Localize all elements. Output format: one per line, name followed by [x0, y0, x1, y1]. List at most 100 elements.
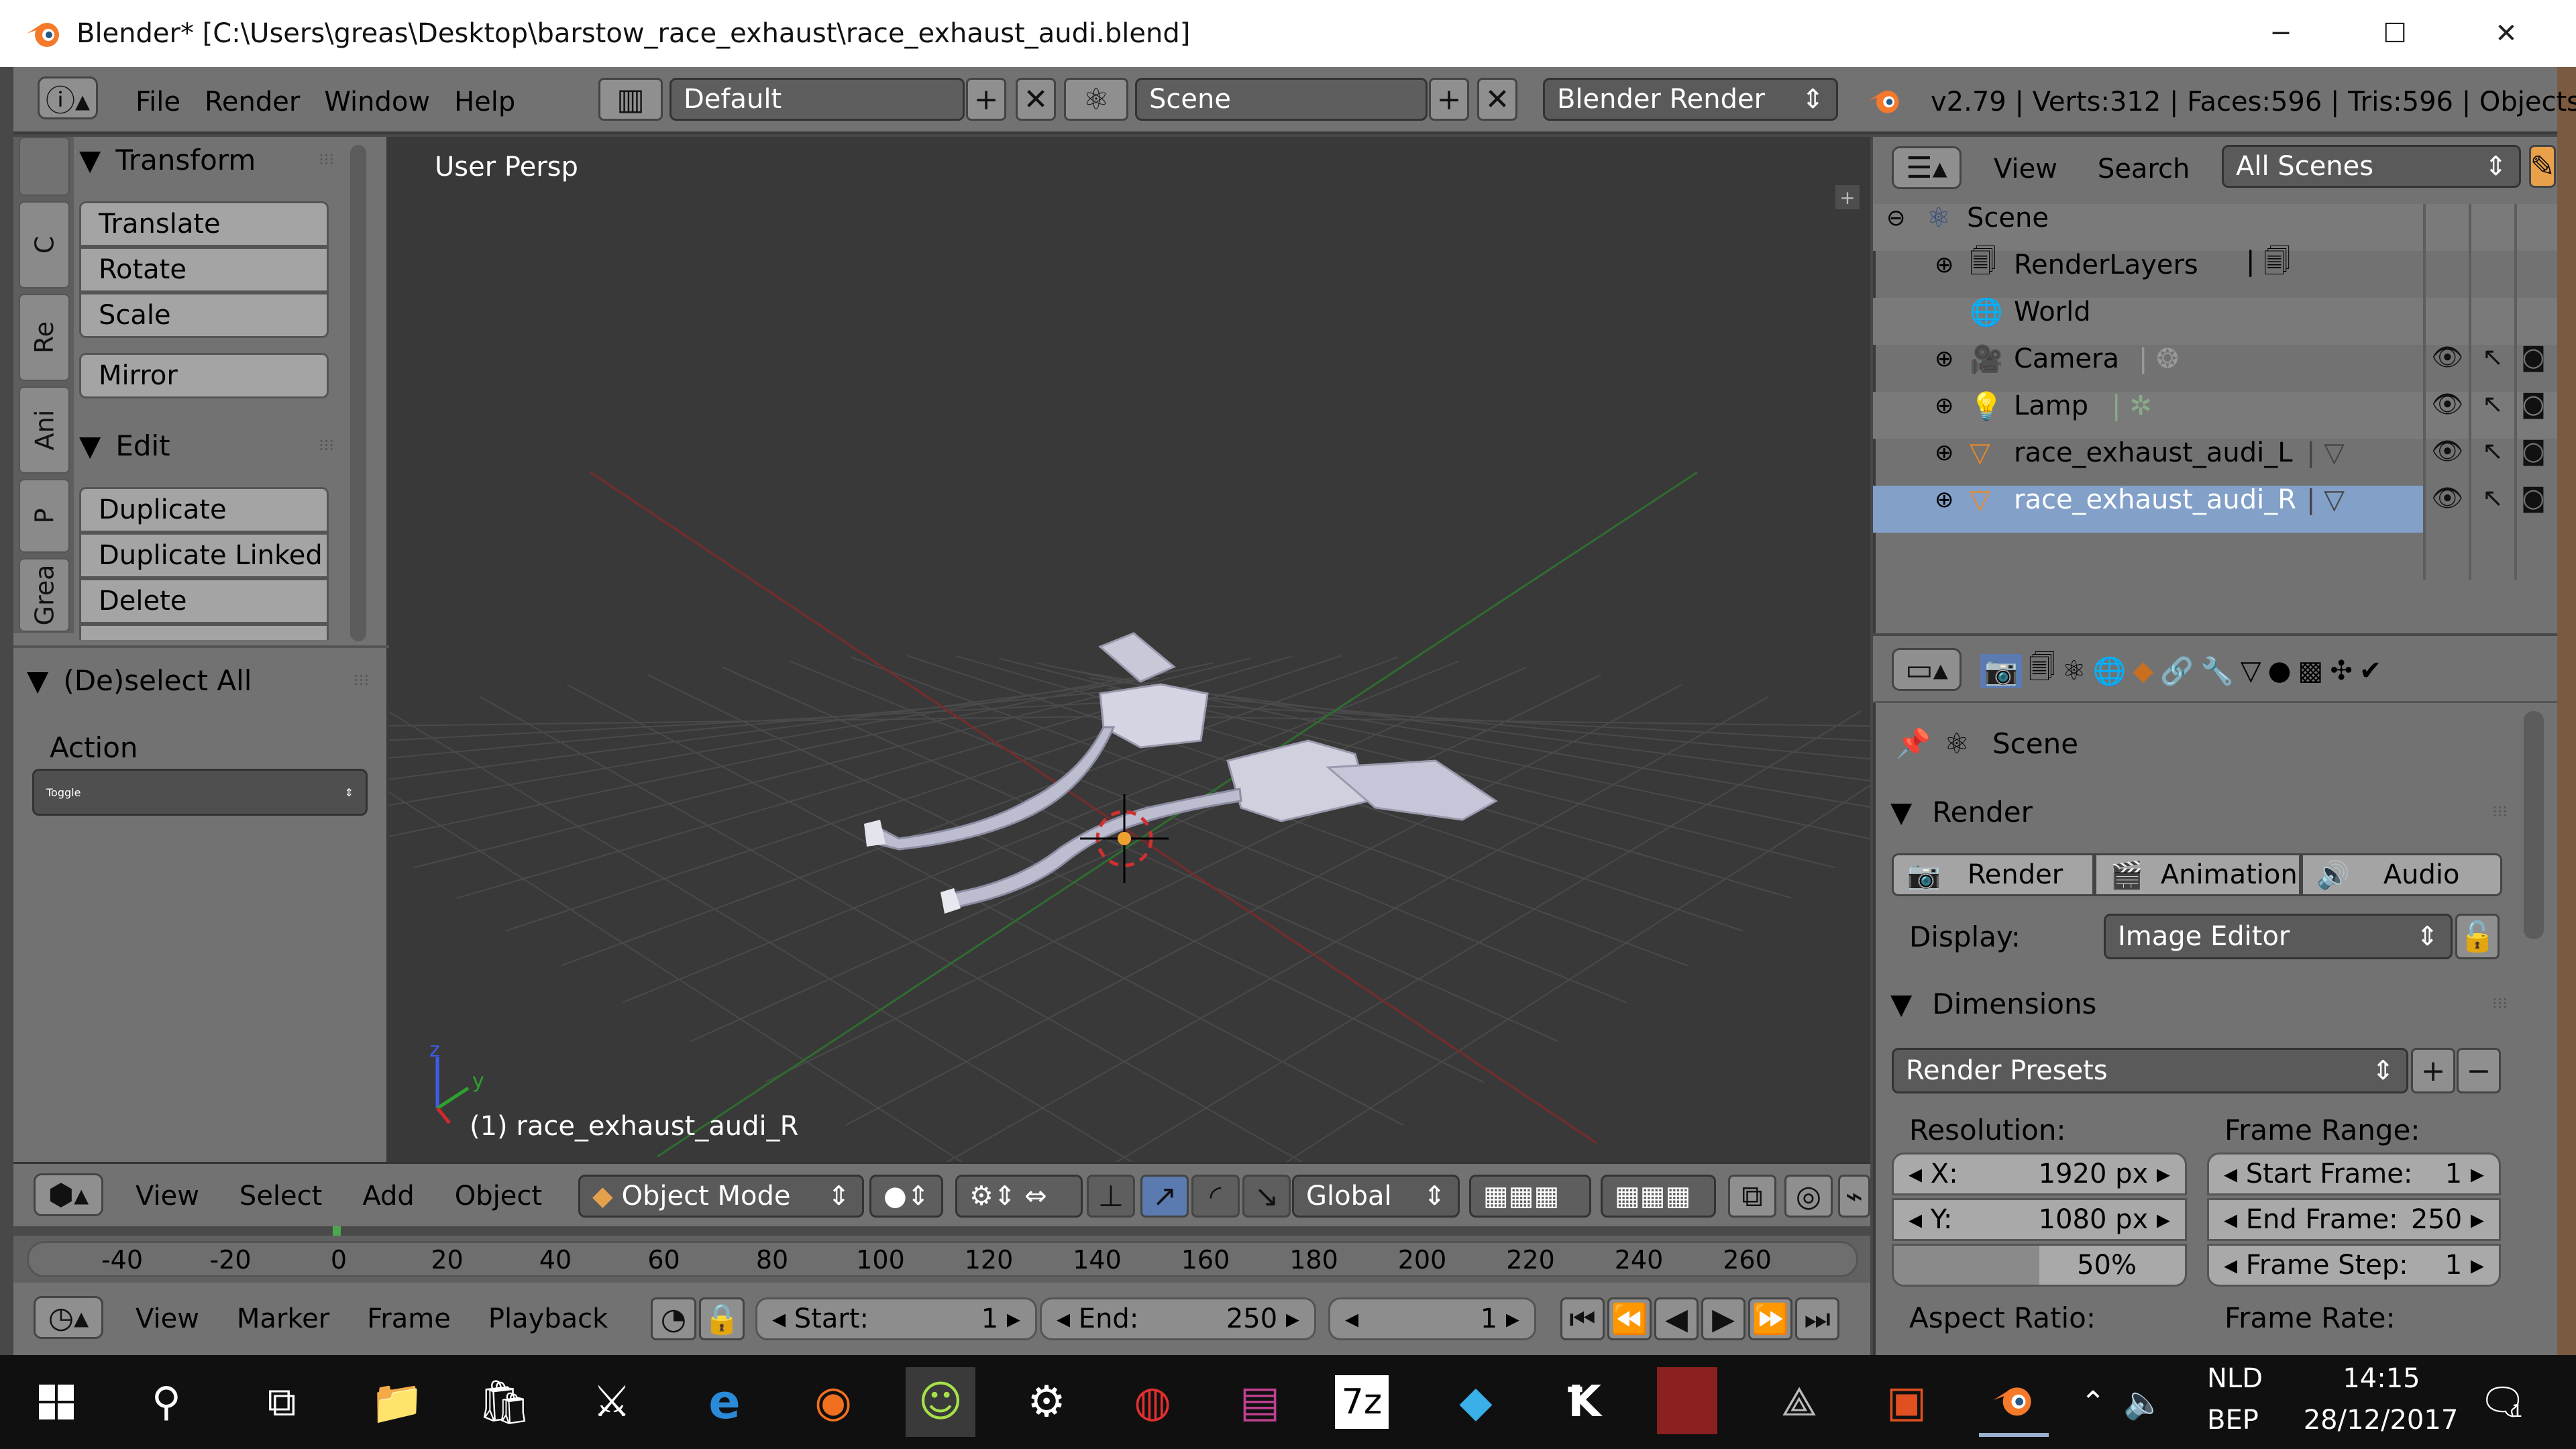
- outliner-menu-search[interactable]: Search: [2098, 154, 2190, 184]
- app-colorful-icon[interactable]: ▣: [1872, 1367, 1941, 1437]
- cursor-icon[interactable]: ↖: [2482, 389, 2504, 419]
- info-icon[interactable]: ⓘ▴: [38, 76, 98, 119]
- task-view-icon[interactable]: ⧉: [247, 1367, 317, 1437]
- renderlayers-tab-icon[interactable]: 🗐: [2029, 648, 2055, 694]
- duplicate-linked-button[interactable]: Duplicate Linked: [79, 533, 329, 578]
- timeline-end-field[interactable]: ◂ End: 250 ▸: [1040, 1297, 1316, 1340]
- dimensions-panel-header[interactable]: ▼ Dimensions ⁝⁝⁝: [1890, 983, 2508, 1024]
- snap-icon[interactable]: ⌁: [1838, 1175, 1870, 1218]
- modifiers-tab-icon[interactable]: 🔧: [2200, 655, 2234, 687]
- operator-panel-header[interactable]: ▼ (De)select All ⁝⁝⁝: [27, 660, 369, 700]
- expand-icon[interactable]: ⊕: [1935, 486, 1954, 513]
- object-tab-icon[interactable]: ◆: [2133, 655, 2153, 686]
- menu-help[interactable]: Help: [454, 87, 515, 117]
- tab-grease-pencil[interactable]: Grea: [19, 558, 70, 632]
- outliner-row-exhaust-L[interactable]: ⊕ ▽ race_exhaust_audi_L | ▽: [1873, 429, 2490, 476]
- eye-icon[interactable]: 👁: [2431, 389, 2463, 419]
- add-layout-button[interactable]: +: [966, 78, 1006, 121]
- internet-explorer-icon[interactable]: e: [690, 1367, 759, 1437]
- pin-icon[interactable]: 📌: [1896, 723, 1931, 763]
- lock-range-icon[interactable]: 🔒: [699, 1297, 745, 1340]
- timeline-ruler[interactable]: -40 -20 0 20 40 60 80 100 120 140 160 180 200 220 240 2…: [13, 1226, 1870, 1283]
- prev-keyframe-icon[interactable]: ⏪: [1607, 1297, 1652, 1340]
- tab-relations[interactable]: Re: [19, 294, 70, 381]
- language-top[interactable]: NLD: [2207, 1363, 2263, 1394]
- render-panel-header[interactable]: ▼ Render ⁝⁝⁝: [1890, 792, 2508, 832]
- properties-scrollbar[interactable]: [2524, 711, 2544, 939]
- material-tab-icon[interactable]: ●: [2268, 655, 2292, 686]
- render-image-button[interactable]: 📷 Render: [1892, 853, 2094, 896]
- scale-manipulator-icon[interactable]: ↘: [1242, 1175, 1291, 1218]
- render-camera-icon[interactable]: ◙: [2521, 389, 2546, 419]
- delete-button[interactable]: Delete: [79, 578, 329, 624]
- menu-select[interactable]: Select: [239, 1181, 322, 1212]
- 3d-viewport[interactable]: User Persp z y (1) race_exhaust_audi_R +: [389, 137, 1870, 1162]
- scene-tab-icon[interactable]: ⚛: [2062, 655, 2086, 686]
- timeline-menu-view[interactable]: View: [136, 1303, 199, 1334]
- tab-tools-top[interactable]: [19, 137, 70, 196]
- close-button[interactable]: ✕: [2453, 0, 2560, 67]
- jump-start-icon[interactable]: ⏮: [1560, 1297, 1605, 1340]
- expand-icon[interactable]: ⊕: [1935, 252, 1954, 278]
- current-frame-field[interactable]: ◂ 1 ▸: [1328, 1297, 1536, 1340]
- winrar-icon[interactable]: ▤: [1225, 1367, 1295, 1437]
- editor-type-properties-icon[interactable]: ▭▴: [1892, 648, 1962, 691]
- viewport-shading-select[interactable]: ●⇕: [869, 1175, 943, 1218]
- menu-render[interactable]: Render: [205, 87, 300, 117]
- physics-tab-icon[interactable]: ✔: [2359, 655, 2382, 686]
- rotate-manipulator-icon[interactable]: ◜: [1191, 1175, 1240, 1218]
- resolution-y-field[interactable]: ◂ Y: 1080 px ▸: [1892, 1198, 2187, 1241]
- editor-type-info[interactable]: ⓘ▴: [38, 76, 98, 119]
- layers-grid-1[interactable]: ▦▦▦: [1469, 1175, 1591, 1218]
- outliner-row-camera[interactable]: ⊕ 🎥 Camera | ❂: [1873, 335, 2490, 382]
- windows-start-icon[interactable]: [21, 1367, 91, 1437]
- file-explorer-icon[interactable]: 📁: [362, 1367, 432, 1437]
- menu-window[interactable]: Window: [324, 87, 430, 117]
- editor-type-3dview-icon[interactable]: ⬢▴: [34, 1173, 103, 1216]
- volume-icon[interactable]: 🔈: [2120, 1367, 2167, 1437]
- outliner-row-lamp[interactable]: ⊕ 💡 Lamp | ✲: [1873, 382, 2490, 429]
- outliner-row-scene[interactable]: ⊖ ⚛ Scene: [1873, 195, 2490, 241]
- render-presets-select[interactable]: Render Presets ⇕: [1892, 1048, 2408, 1093]
- play-reverse-icon[interactable]: ◀: [1654, 1297, 1699, 1340]
- render-camera-icon[interactable]: ◙: [2521, 436, 2546, 466]
- mirror-button[interactable]: Mirror: [79, 353, 329, 398]
- store-icon[interactable]: 🛍: [470, 1367, 539, 1437]
- tray-chevron-icon[interactable]: ⌃: [2073, 1367, 2113, 1437]
- render-camera-icon[interactable]: ◙: [2521, 483, 2546, 513]
- language-bottom[interactable]: BEP: [2207, 1405, 2259, 1436]
- end-frame-field[interactable]: ◂ End Frame: 250 ▸: [2207, 1198, 2501, 1241]
- layers-grid-2[interactable]: ▦▦▦: [1601, 1175, 1716, 1218]
- ccleaner-icon[interactable]: ◍: [1118, 1367, 1187, 1437]
- origin-icon[interactable]: ◉: [798, 1367, 868, 1437]
- steam-icon[interactable]: ⚙: [1012, 1367, 1081, 1437]
- display-select[interactable]: Image Editor ⇕: [2104, 914, 2453, 959]
- world-tab-icon[interactable]: 🌐: [2093, 655, 2127, 687]
- outliner-row-exhaust-R[interactable]: ⊕ ▽ race_exhaust_audi_R | ▽: [1873, 476, 2490, 523]
- outliner-row-renderlayers[interactable]: ⊕ 🗐 RenderLayers | 🗐: [1873, 241, 2490, 288]
- action-select[interactable]: Toggle ⇕: [32, 769, 368, 816]
- scale-button[interactable]: Scale: [79, 292, 329, 338]
- tab-animation[interactable]: Ani: [19, 386, 70, 474]
- render-tab-icon[interactable]: 📷: [1980, 653, 2022, 688]
- scene-icon[interactable]: ⚛: [1064, 78, 1128, 121]
- duplicate-button[interactable]: Duplicate: [79, 487, 329, 533]
- notifications-icon[interactable]: 🗨 1: [2466, 1367, 2536, 1437]
- particles-tab-icon[interactable]: ✣: [2330, 655, 2353, 686]
- resolution-percentage-slider[interactable]: 50%: [1892, 1244, 2187, 1287]
- join-button-cut[interactable]: [79, 624, 329, 640]
- outliner-filter-select[interactable]: All Scenes ⇕: [2222, 145, 2521, 188]
- rotate-button[interactable]: Rotate: [79, 247, 329, 292]
- render-audio-button[interactable]: 🔊 Audio: [2301, 853, 2502, 896]
- add-scene-button[interactable]: +: [1429, 78, 1469, 121]
- play-icon[interactable]: ▶: [1701, 1297, 1746, 1340]
- manipulator-toggle-icon[interactable]: ⊥: [1087, 1175, 1135, 1218]
- cursor-icon[interactable]: ↖: [2482, 436, 2504, 466]
- maximize-button[interactable]: ☐: [2341, 0, 2449, 67]
- eye-icon[interactable]: 👁: [2431, 483, 2463, 513]
- add-preset-button[interactable]: +: [2411, 1048, 2455, 1093]
- data-tab-icon[interactable]: ▽: [2241, 655, 2261, 686]
- app-green-icon[interactable]: ☺: [906, 1367, 975, 1437]
- cursor-icon[interactable]: ↖: [2482, 483, 2504, 513]
- menu-add[interactable]: Add: [362, 1181, 414, 1212]
